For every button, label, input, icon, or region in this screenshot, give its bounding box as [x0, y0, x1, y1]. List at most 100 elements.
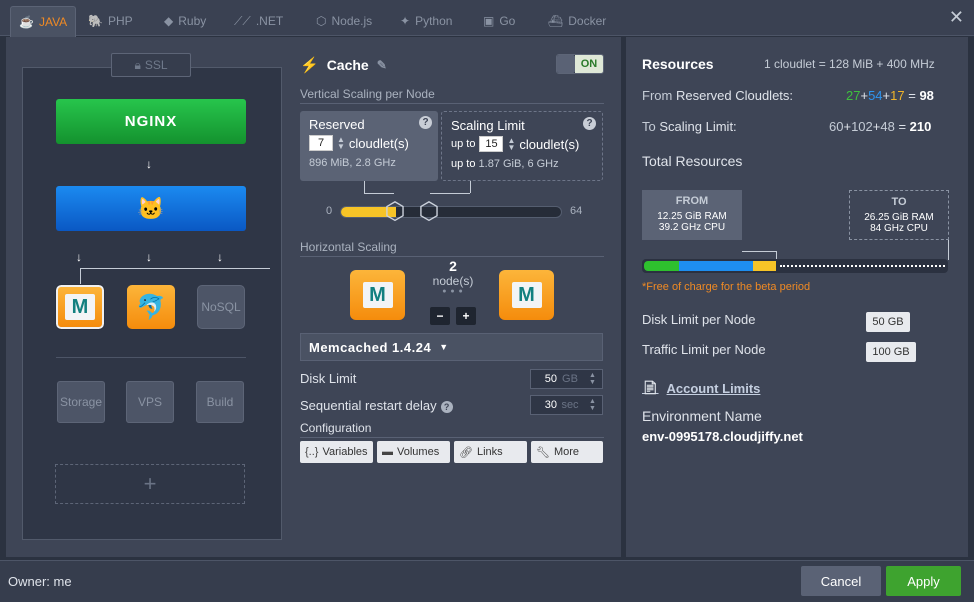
mysql-dolphin-icon: 🐬 [136, 293, 166, 321]
nosql-node[interactable]: NoSQL [197, 285, 245, 329]
owner-label: Owner: me [8, 574, 72, 589]
account-limits-link[interactable]: 📄︎ Account Limits [642, 380, 760, 396]
reserved-cloudlets-input[interactable]: 7 [309, 135, 333, 151]
wrench-icon: 🔧︎ [536, 446, 550, 459]
document-icon: 📄︎ [642, 380, 659, 395]
scaling-limit-input[interactable]: 15 [479, 136, 504, 152]
total-resources-label: Total Resources [642, 153, 743, 169]
scaling-limit-slider-handle[interactable]: ⬡ [416, 200, 442, 224]
reserved-slider-handle[interactable]: ⬡ [382, 200, 408, 224]
variables-button[interactable]: {..} Variables [300, 441, 373, 463]
tomcat-app-server-node[interactable]: 🐱 [56, 186, 246, 231]
apply-button[interactable]: Apply [886, 566, 961, 596]
dots-icon: ● ● ● [442, 288, 464, 295]
traffic-limit-label: Traffic Limit per Node [642, 342, 766, 357]
environment-name[interactable]: env-0995178.cloudjiffy.net [642, 429, 803, 444]
variables-icon: {..} [305, 446, 319, 458]
connector-line [364, 181, 365, 193]
tab-java[interactable]: ☕ JAVA [10, 6, 77, 37]
connector-line [430, 193, 470, 194]
scaling-limit-label: To Scaling Limit: [642, 119, 737, 134]
more-button[interactable]: 🔧︎ More [531, 441, 603, 463]
go-icon: ▣ [483, 14, 495, 28]
nodejs-icon: ⬡ [316, 14, 327, 28]
mysql-node[interactable]: 🐬 [127, 285, 175, 329]
add-layer-button[interactable]: + [55, 464, 245, 504]
add-node-button[interactable]: + [456, 307, 476, 325]
engine-tabs: ☕ JAVA 🐘 PHP ◆ Ruby ⟋⟋ .NET ⬡ Node.js ✦ Python… [0, 0, 974, 37]
nginx-logo: NGINX [124, 113, 178, 130]
tab-go[interactable]: ▣ Go [475, 6, 523, 36]
cache-header: ⚡ Cache ✎ [300, 56, 387, 74]
link-icon: 🔗︎ [459, 446, 473, 459]
resources-panel [626, 37, 968, 557]
connector-line [948, 240, 949, 260]
cloudlet-slider[interactable] [340, 206, 562, 218]
arrow-down-icon: ↓ [76, 250, 82, 264]
traffic-limit-value: 100 GB [866, 342, 916, 362]
slider-min: 0 [326, 205, 333, 217]
tab-nodejs[interactable]: ⬡ Node.js [308, 6, 380, 36]
volumes-button[interactable]: ▬ Volumes [377, 441, 450, 463]
bar-segment-blue [679, 261, 753, 271]
build-button[interactable]: Build [196, 381, 244, 423]
help-icon[interactable]: ? [440, 400, 453, 413]
reserved-cloudlets-label: From Reserved Cloudlets: [642, 88, 794, 103]
arrow-down-icon: ↓ [146, 157, 152, 171]
tab-dotnet[interactable]: ⟋⟋ .NET [226, 6, 291, 36]
divider [56, 357, 246, 358]
python-icon: ✦ [400, 14, 411, 28]
stepper-icon[interactable]: ▲ ▼ [337, 136, 345, 151]
links-button[interactable]: 🔗︎ Links [454, 441, 527, 463]
caret-down-icon: ▼ [439, 342, 449, 352]
help-icon[interactable]: ? [583, 117, 596, 130]
nginx-balancer-node[interactable]: NGINX [56, 99, 246, 144]
tab-ruby[interactable]: ◆ Ruby [156, 6, 214, 36]
bar-segment-limit [780, 265, 945, 267]
beta-note: *Free of charge for the beta period [642, 281, 811, 293]
cache-toggle[interactable]: ON [556, 54, 604, 74]
vertical-scaling-label: Vertical Scaling per Node [300, 87, 604, 104]
restart-delay-input[interactable]: 30 sec ▲ ▼ [530, 395, 603, 415]
vps-button[interactable]: VPS [126, 381, 174, 423]
help-icon[interactable]: ? [419, 116, 432, 129]
connector-line [364, 193, 394, 194]
toggle-knob [557, 55, 575, 73]
horizontal-scaling-label: Horizontal Scaling [300, 240, 604, 257]
stepper-icon[interactable]: ▲ ▼ [583, 372, 602, 386]
tab-docker[interactable]: ⛴ Docker [540, 6, 614, 36]
memcached-icon: M [362, 282, 393, 308]
lock-icon: 🔒︎ [134, 57, 141, 72]
ssl-button[interactable]: 🔒︎ SSL [111, 53, 191, 77]
pencil-icon[interactable]: ✎ [377, 58, 387, 72]
ruby-icon: ◆ [164, 14, 174, 28]
docker-icon: ⛴ [548, 14, 564, 28]
memcached-icon: M [65, 294, 95, 320]
tab-php[interactable]: 🐘 PHP [80, 6, 141, 36]
memcached-node-2[interactable]: M [499, 270, 554, 320]
tab-python[interactable]: ✦ Python [392, 6, 460, 36]
close-icon[interactable]: ✕ [949, 7, 964, 28]
memcached-node-selected[interactable]: M [55, 284, 105, 330]
version-select[interactable]: Memcached 1.4.24 ▼ [300, 333, 603, 361]
configuration-label: Configuration [300, 421, 604, 438]
php-icon: 🐘 [88, 14, 103, 28]
bar-segment-yellow [753, 261, 776, 271]
node-count: 2 node(s) ● ● ● [430, 258, 476, 295]
memcached-node-1[interactable]: M [350, 270, 405, 320]
arrow-down-icon: ↓ [146, 250, 152, 264]
remove-node-button[interactable]: − [430, 307, 450, 325]
stepper-icon[interactable]: ▲ ▼ [507, 137, 515, 152]
storage-button[interactable]: Storage [57, 381, 105, 423]
resources-bar [642, 259, 948, 273]
reserved-cloudlets-box: Reserved ? 7 ▲ ▼ cloudlet(s) 896 MiB, 2.8… [300, 111, 438, 181]
slider-max: 64 [570, 205, 583, 217]
cancel-button[interactable]: Cancel [801, 566, 881, 596]
cache-title: Cache [326, 57, 369, 73]
scaling-limit-sum: 60+102+48 = 210 [829, 119, 932, 134]
dotnet-icon: ⟋⟋ [234, 13, 251, 28]
bar-segment-green [644, 261, 679, 271]
disk-limit-value: 50 GB [866, 312, 910, 332]
disk-limit-input[interactable]: 50 GB ▲ ▼ [530, 369, 603, 389]
stepper-icon[interactable]: ▲ ▼ [583, 398, 602, 412]
